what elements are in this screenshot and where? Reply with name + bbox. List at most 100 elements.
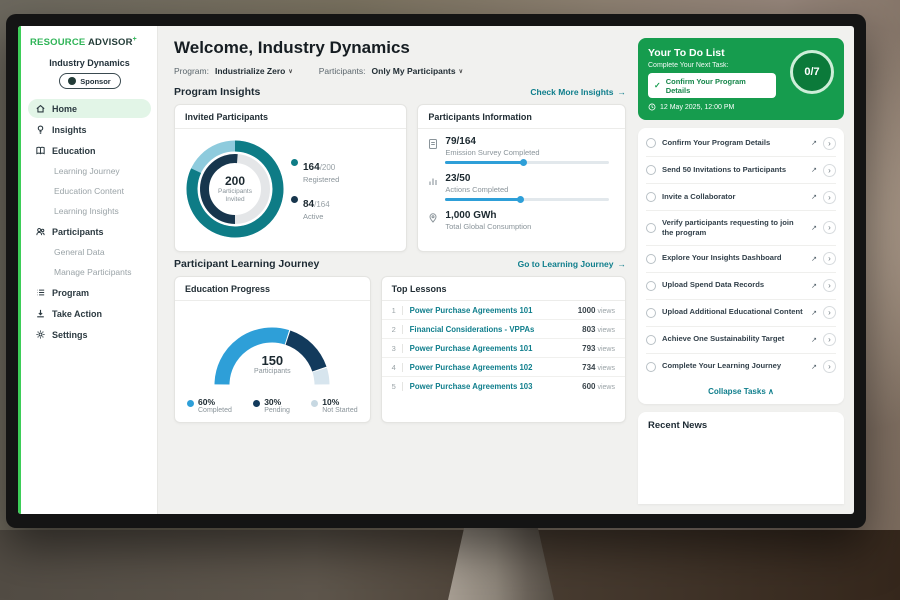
- task-checkbox[interactable]: [646, 254, 656, 264]
- lesson-views: 803: [582, 325, 595, 334]
- program-select[interactable]: Industrialize Zero ∨: [215, 66, 293, 76]
- sidebar-item-label: Education Content: [54, 186, 124, 196]
- chevron-right-icon[interactable]: ›: [823, 221, 836, 234]
- chevron-down-icon: ∨: [288, 68, 292, 75]
- sponsor-badge-label: Sponsor: [80, 77, 110, 86]
- chevron-right-icon[interactable]: ›: [823, 164, 836, 177]
- chevron-right-icon[interactable]: ›: [823, 306, 836, 319]
- sidebar-item-general-data[interactable]: General Data: [28, 243, 151, 261]
- legend-item-not-started: 10% Not Started: [311, 397, 357, 414]
- dashboard-screen: RESOURCE ADVISOR+ Industry Dynamics Spon…: [18, 26, 854, 514]
- sidebar-item-label: Learning Journey: [54, 166, 120, 176]
- participants-select-value: Only My Participants: [372, 66, 456, 76]
- task-label: Verify participants requesting to join t…: [662, 218, 805, 239]
- lesson-row: 3 Power Purchase Agreements 101 793views: [382, 339, 625, 358]
- legend-label: Active: [303, 212, 330, 221]
- arrow-right-icon: →: [618, 259, 627, 269]
- arrow-right-icon: →: [618, 87, 627, 97]
- chevron-right-icon[interactable]: ›: [823, 279, 836, 292]
- chevron-right-icon[interactable]: ›: [823, 137, 836, 150]
- lesson-link[interactable]: Power Purchase Agreements 101: [410, 344, 575, 353]
- task-item[interactable]: Send 50 Invitations to Participants ↗ ›: [646, 157, 836, 184]
- legend-item-pending: 30% Pending: [253, 397, 290, 414]
- task-item[interactable]: Achieve One Sustainability Target ↗ ›: [646, 327, 836, 354]
- task-checkbox[interactable]: [646, 308, 656, 318]
- lesson-link[interactable]: Financial Considerations - VPPAs: [410, 325, 575, 334]
- check-more-insights-link[interactable]: Check More Insights →: [530, 87, 626, 97]
- collapse-tasks-link[interactable]: Collapse Tasks ∧: [646, 380, 836, 402]
- sidebar-item-insights[interactable]: Insights: [28, 120, 151, 139]
- card-title: Participants Information: [418, 105, 625, 129]
- sidebar-item-manage-participants[interactable]: Manage Participants: [28, 263, 151, 281]
- stat-label: Total Global Consumption: [445, 222, 615, 231]
- donut-legend: 164/200 Registered 84/164 Active: [291, 157, 339, 221]
- sidebar-item-label: Program: [52, 288, 89, 298]
- task-checkbox[interactable]: [646, 138, 656, 148]
- task-checkbox[interactable]: [646, 223, 656, 233]
- external-link-icon: ↗: [811, 309, 817, 317]
- todo-task-list: Confirm Your Program Details ↗ › Send 50…: [638, 128, 844, 404]
- participants-select[interactable]: Only My Participants ∨: [372, 66, 464, 76]
- sidebar-item-learning-journey[interactable]: Learning Journey: [28, 162, 151, 180]
- task-checkbox[interactable]: [646, 165, 656, 175]
- sidebar-item-settings[interactable]: Settings: [28, 325, 151, 344]
- task-item[interactable]: Upload Additional Educational Content ↗ …: [646, 300, 836, 327]
- external-link-icon: ↗: [811, 336, 817, 344]
- task-item[interactable]: Verify participants requesting to join t…: [646, 211, 836, 246]
- lesson-views: 600: [582, 382, 595, 391]
- lesson-link[interactable]: Power Purchase Agreements 101: [410, 306, 571, 315]
- lesson-rank: 1: [392, 306, 403, 315]
- task-item[interactable]: Invite a Collaborator ↗ ›: [646, 184, 836, 211]
- sidebar-item-education-content[interactable]: Education Content: [28, 182, 151, 200]
- next-task-pill[interactable]: ✓ Confirm Your Program Details: [648, 73, 776, 98]
- learning-journey-header: Participant Learning Journey Go to Learn…: [174, 258, 626, 270]
- logo-plus: +: [133, 36, 137, 43]
- sidebar-item-participants[interactable]: Participants: [28, 222, 151, 241]
- org-name: Industry Dynamics: [28, 58, 151, 68]
- legend-dot: [253, 400, 260, 407]
- stat-value: 23/50: [445, 173, 615, 184]
- lesson-views: 793: [582, 344, 595, 353]
- legend-total: /164: [314, 200, 330, 209]
- go-to-learning-journey-link[interactable]: Go to Learning Journey →: [518, 259, 626, 269]
- chevron-right-icon[interactable]: ›: [823, 333, 836, 346]
- app-logo: RESOURCE ADVISOR+: [28, 34, 151, 56]
- chevron-right-icon[interactable]: ›: [823, 191, 836, 204]
- lesson-link[interactable]: Power Purchase Agreements 103: [410, 382, 575, 391]
- due-text: 12 May 2025, 12:00 PM: [660, 104, 734, 111]
- task-checkbox[interactable]: [646, 362, 656, 372]
- survey-icon: [428, 137, 438, 164]
- donut-center-value: 200: [225, 174, 245, 188]
- lesson-link[interactable]: Power Purchase Agreements 102: [410, 363, 575, 372]
- task-item[interactable]: Complete Your Learning Journey ↗ ›: [646, 354, 836, 380]
- chevron-right-icon[interactable]: ›: [823, 252, 836, 265]
- lesson-row: 2 Financial Considerations - VPPAs 803vi…: [382, 320, 625, 339]
- emission-progress-bar: [445, 161, 609, 164]
- sidebar-item-home[interactable]: Home: [28, 99, 151, 118]
- task-checkbox[interactable]: [646, 281, 656, 291]
- sidebar-item-take-action[interactable]: Take Action: [28, 304, 151, 323]
- book-icon: [35, 145, 46, 156]
- sidebar-item-program[interactable]: Program: [28, 283, 151, 302]
- learning-cards-row: Education Progress 150 Participants 60% …: [174, 276, 626, 423]
- todo-panel: Your To Do List Complete Your Next Task:…: [638, 26, 854, 514]
- bulb-icon: [35, 124, 46, 135]
- sponsor-badge[interactable]: Sponsor: [59, 73, 121, 89]
- sidebar-item-learning-insights[interactable]: Learning Insights: [28, 202, 151, 220]
- sidebar-item-education[interactable]: Education: [28, 141, 151, 160]
- lesson-row: 5 Power Purchase Agreements 103 600views: [382, 377, 625, 395]
- legend-value: 10%: [322, 397, 339, 407]
- task-item[interactable]: Upload Spend Data Records ↗ ›: [646, 273, 836, 300]
- chevron-right-icon[interactable]: ›: [823, 360, 836, 373]
- legend-item-completed: 60% Completed: [187, 397, 232, 414]
- legend-value: 60%: [198, 397, 215, 407]
- gear-icon: [35, 329, 46, 340]
- task-checkbox[interactable]: [646, 335, 656, 345]
- invited-participants-card: Invited Participants 200 Participants In…: [174, 104, 407, 252]
- task-item[interactable]: Confirm Your Program Details ↗ ›: [646, 130, 836, 157]
- page-title: Welcome, Industry Dynamics: [174, 38, 626, 58]
- task-item[interactable]: Explore Your Insights Dashboard ↗ ›: [646, 246, 836, 273]
- lesson-rank: 4: [392, 363, 403, 372]
- check-icon: ✓: [654, 81, 661, 90]
- task-checkbox[interactable]: [646, 192, 656, 202]
